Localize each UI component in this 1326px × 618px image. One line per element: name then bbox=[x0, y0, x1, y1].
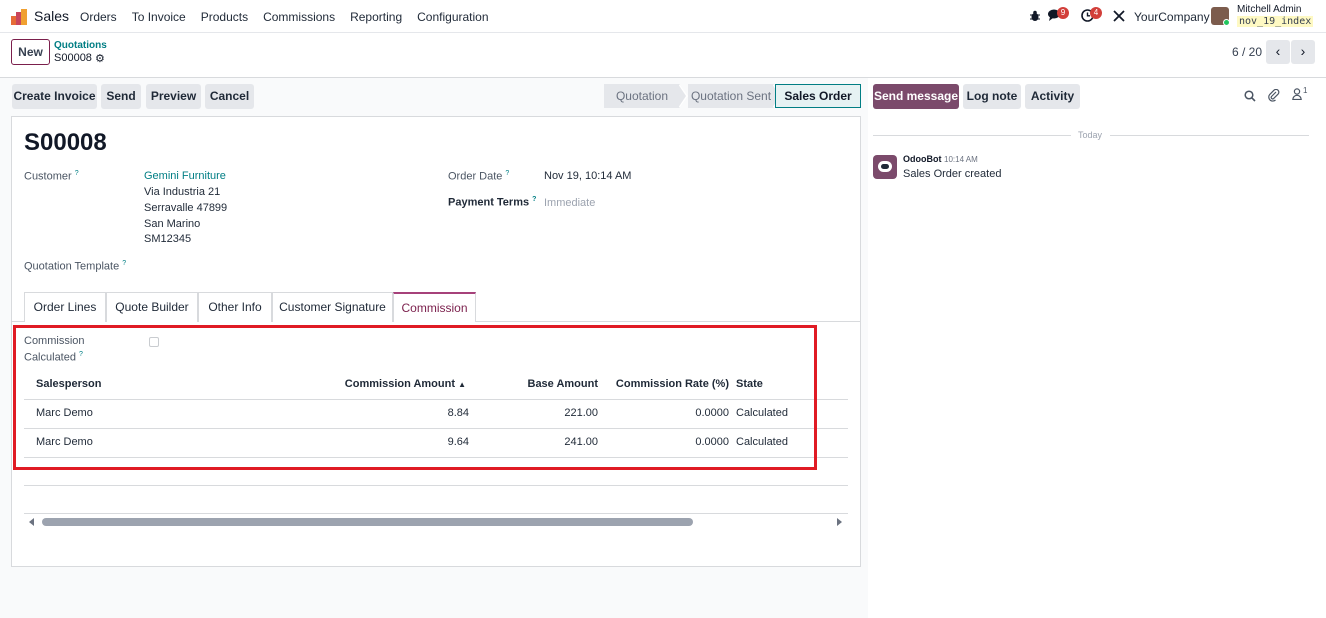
help-icon[interactable]: ? bbox=[75, 170, 79, 177]
preview-button[interactable]: Preview bbox=[146, 84, 201, 109]
status-sales-order: Sales Order bbox=[775, 84, 861, 108]
address-line: Serravalle 47899 bbox=[144, 202, 228, 214]
quotation-template-label: Quotation Template? bbox=[24, 260, 127, 273]
status-chevron bbox=[678, 84, 686, 108]
gear-icon[interactable]: ⚙ bbox=[95, 52, 105, 65]
payment-terms-label: Payment Terms? bbox=[448, 196, 537, 209]
tab-other-info[interactable]: Other Info bbox=[198, 292, 272, 322]
user-status-dot bbox=[1223, 19, 1230, 26]
activities-button[interactable]: 4 bbox=[1081, 7, 1103, 25]
date-separator-label: Today bbox=[1078, 130, 1103, 140]
menu-commissions[interactable]: Commissions bbox=[263, 10, 335, 24]
help-icon[interactable]: ? bbox=[532, 196, 536, 203]
tab-customer-signature[interactable]: Customer Signature bbox=[272, 292, 393, 322]
sales-app-icon[interactable] bbox=[11, 9, 27, 25]
scroll-right-arrow[interactable] bbox=[837, 518, 842, 526]
search-icon[interactable] bbox=[1244, 90, 1256, 102]
help-icon[interactable]: ? bbox=[122, 260, 126, 267]
new-button[interactable]: New bbox=[11, 39, 50, 65]
company-switcher[interactable]: YourCompany bbox=[1134, 10, 1210, 24]
main-menu: Orders To Invoice Products Commissions R… bbox=[80, 10, 504, 24]
order-date-label: Order Date? bbox=[448, 170, 510, 183]
pager-next-button[interactable]: › bbox=[1291, 40, 1315, 64]
status-quotation[interactable]: Quotation bbox=[604, 84, 680, 108]
followers-button[interactable]: 1 bbox=[1292, 86, 1312, 102]
activities-badge: 4 bbox=[1090, 7, 1102, 19]
send-message-button[interactable]: Send message bbox=[873, 84, 959, 109]
paperclip-icon[interactable] bbox=[1268, 89, 1280, 102]
pager-value[interactable]: 6 / 20 bbox=[1232, 45, 1262, 59]
menu-reporting[interactable]: Reporting bbox=[350, 10, 402, 24]
scroll-left-arrow[interactable] bbox=[29, 518, 34, 526]
address-line: San Marino bbox=[144, 218, 201, 230]
tab-order-lines[interactable]: Order Lines bbox=[24, 292, 106, 322]
database-name: nov_19_index bbox=[1237, 16, 1314, 27]
breadcrumb-current: S00008 bbox=[54, 52, 92, 64]
bug-icon[interactable] bbox=[1029, 10, 1041, 22]
message-author[interactable]: OdooBot bbox=[903, 154, 942, 164]
user-name[interactable]: Mitchell Admin bbox=[1237, 4, 1301, 15]
date-separator-line bbox=[873, 135, 1071, 136]
messages-button[interactable]: 9 bbox=[1048, 7, 1070, 25]
order-date-field[interactable]: Nov 19, 10:14 AM bbox=[544, 170, 631, 182]
pager-previous-button[interactable]: ‹ bbox=[1266, 40, 1290, 64]
message-time: 10:14 AM bbox=[944, 155, 978, 164]
app-name[interactable]: Sales bbox=[34, 8, 69, 24]
status-quotation-sent[interactable]: Quotation Sent bbox=[688, 84, 774, 108]
annotation-highlight-box bbox=[13, 325, 817, 470]
order-reference-title: S00008 bbox=[24, 129, 107, 156]
customer-label: Customer? bbox=[24, 170, 79, 183]
tab-commission[interactable]: Commission bbox=[393, 292, 476, 322]
cancel-button[interactable]: Cancel bbox=[205, 84, 254, 109]
customer-link[interactable]: Gemini Furniture bbox=[144, 170, 226, 182]
followers-count: 1 bbox=[1303, 86, 1308, 95]
odoobot-face-icon bbox=[878, 161, 892, 172]
address-line: SM12345 bbox=[144, 233, 192, 245]
tools-icon[interactable] bbox=[1113, 10, 1125, 22]
tab-quote-builder[interactable]: Quote Builder bbox=[106, 292, 198, 322]
menu-products[interactable]: Products bbox=[201, 10, 248, 24]
date-separator-line bbox=[1110, 135, 1309, 136]
address-line: Via Industria 21 bbox=[144, 186, 221, 198]
menu-configuration[interactable]: Configuration bbox=[417, 10, 488, 24]
log-note-button[interactable]: Log note bbox=[963, 84, 1021, 109]
menu-to-invoice[interactable]: To Invoice bbox=[132, 10, 186, 24]
empty-row-divider bbox=[24, 513, 848, 514]
top-navbar: Sales Orders To Invoice Products Commiss… bbox=[0, 0, 1326, 33]
create-invoice-button[interactable]: Create Invoice bbox=[12, 84, 97, 109]
send-button[interactable]: Send bbox=[101, 84, 141, 109]
help-icon[interactable]: ? bbox=[505, 170, 509, 177]
user-icon bbox=[1292, 88, 1302, 101]
activity-button[interactable]: Activity bbox=[1025, 84, 1080, 109]
payment-terms-field[interactable]: Immediate bbox=[544, 197, 595, 209]
message-body: Sales Order created bbox=[903, 168, 1002, 180]
breadcrumb-quotations[interactable]: Quotations bbox=[54, 40, 107, 51]
menu-orders[interactable]: Orders bbox=[80, 10, 117, 24]
messages-badge: 9 bbox=[1057, 7, 1069, 19]
empty-row-divider bbox=[24, 485, 848, 486]
horizontal-scrollbar[interactable] bbox=[42, 518, 693, 526]
